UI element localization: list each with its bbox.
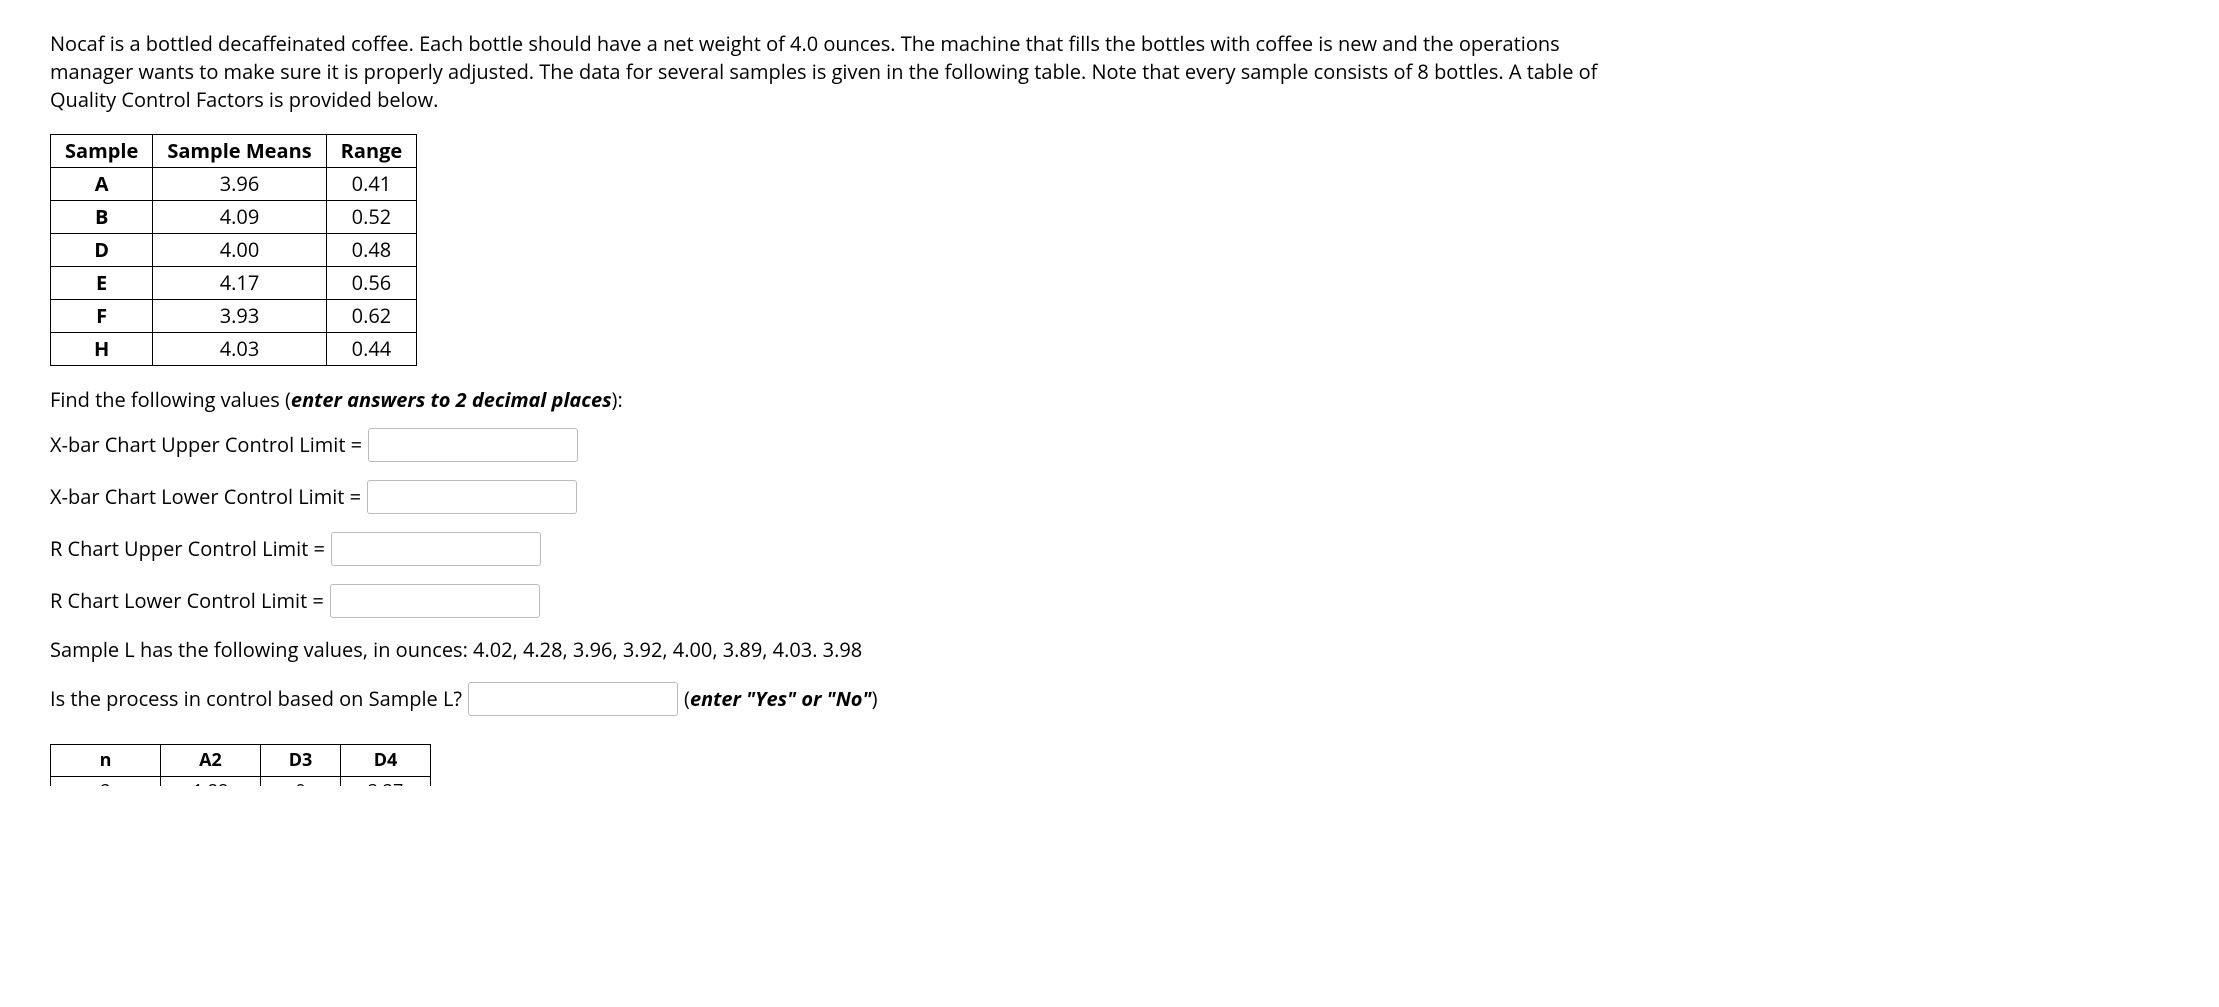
cell-sample: A [51,168,153,201]
r-lcl-input[interactable] [330,584,540,618]
col-range-header: Range [326,135,417,168]
col-d4: D4 [341,745,431,777]
r-lcl-label: R Chart Lower Control Limit = [50,587,324,615]
xbar-ucl-label: X-bar Chart Upper Control Limit = [50,431,362,459]
find-intro-end: ): [612,386,623,413]
r-ucl-input[interactable] [331,532,541,566]
col-sample-header: Sample [51,135,153,168]
hint-close: ) [872,685,878,712]
find-values-instruction: Find the following values (enter answers… [50,386,2169,414]
table-row: A 3.96 0.41 [51,168,417,201]
cell-mean: 4.03 [153,333,326,366]
sample-data-table: Sample Sample Means Range A 3.96 0.41 B … [50,134,417,366]
cell-range: 0.52 [326,201,417,234]
cell-mean: 3.93 [153,300,326,333]
col-a2: A2 [161,745,261,777]
cell-range: 0.48 [326,234,417,267]
hint-emph: enter "Yes" or "No" [690,685,872,712]
cell-mean: 4.09 [153,201,326,234]
quality-control-factors-table: n A2 D3 D4 2 1 88 0 3 27 [50,744,431,786]
cell-sample: D [51,234,153,267]
xbar-lcl-label: X-bar Chart Lower Control Limit = [50,483,361,511]
table-row: H 4.03 0.44 [51,333,417,366]
cell-range: 0.44 [326,333,417,366]
cell-mean: 4.17 [153,267,326,300]
problem-statement: Nocaf is a bottled decaffeinated coffee.… [50,30,1630,114]
in-control-input[interactable] [468,682,678,716]
table-row: B 4.09 0.52 [51,201,417,234]
factors-n: 2 [51,777,161,786]
xbar-ucl-input[interactable] [368,428,578,462]
in-control-hint: (enter "Yes" or "No") [684,685,877,713]
factors-row-partial: 2 1 88 0 3 27 [51,777,431,786]
factors-a2: 1 88 [161,777,261,786]
sample-l-data: Sample L has the following values, in ou… [50,636,2169,664]
table-row: F 3.93 0.62 [51,300,417,333]
table-header-row: Sample Sample Means Range [51,135,417,168]
table-row: E 4.17 0.56 [51,267,417,300]
factors-d4: 3 27 [341,777,431,786]
cell-sample: B [51,201,153,234]
cell-mean: 3.96 [153,168,326,201]
in-control-question: Is the process in control based on Sampl… [50,685,462,713]
cell-sample: E [51,267,153,300]
cell-mean: 4.00 [153,234,326,267]
factors-d3: 0 [261,777,341,786]
cell-range: 0.62 [326,300,417,333]
cell-range: 0.56 [326,267,417,300]
quality-control-factors-wrap: n A2 D3 D4 2 1 88 0 3 27 [50,734,2169,786]
r-ucl-label: R Chart Upper Control Limit = [50,535,325,563]
col-d3: D3 [261,745,341,777]
find-intro-emph: enter answers to 2 decimal places [291,386,612,413]
cell-sample: H [51,333,153,366]
col-mean-header: Sample Means [153,135,326,168]
xbar-lcl-input[interactable] [367,480,577,514]
table-row: D 4.00 0.48 [51,234,417,267]
find-intro-plain: Find the following values ( [50,386,291,413]
factors-header-row: n A2 D3 D4 [51,745,431,777]
col-n: n [51,745,161,777]
cell-range: 0.41 [326,168,417,201]
cell-sample: F [51,300,153,333]
